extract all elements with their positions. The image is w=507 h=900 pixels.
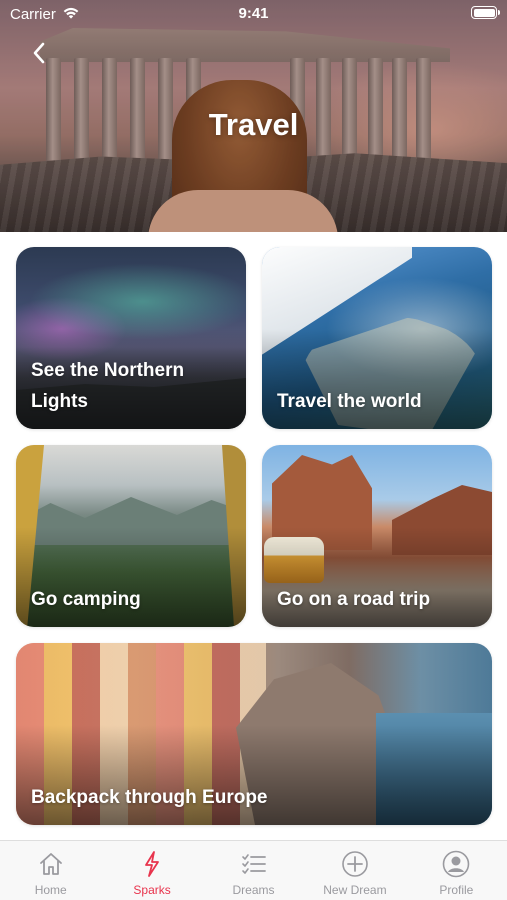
tab-bar: Home Sparks Dreams New Dream Profile bbox=[0, 840, 507, 900]
person-circle-icon bbox=[443, 850, 470, 878]
tab-label: Home bbox=[34, 883, 67, 897]
tab-sparks[interactable]: Sparks bbox=[101, 841, 202, 900]
card-label: Go camping bbox=[31, 589, 141, 610]
tab-home[interactable]: Home bbox=[0, 841, 101, 900]
house-icon bbox=[39, 853, 62, 875]
status-bar: Carrier 9:41 bbox=[0, 0, 507, 28]
tab-label: Sparks bbox=[133, 883, 171, 897]
page-title: Travel bbox=[208, 107, 299, 142]
card-label: See the Northern Lights bbox=[31, 360, 185, 412]
checklist-icon bbox=[241, 854, 266, 874]
plus-circle-icon bbox=[342, 851, 368, 877]
card-road-trip[interactable]: Go on a road trip bbox=[262, 445, 492, 627]
clock: 9:41 bbox=[238, 5, 269, 22]
card-northern-lights[interactable]: See the Northern Lights bbox=[16, 247, 246, 429]
tab-label: Profile bbox=[439, 883, 474, 897]
card-go-camping[interactable]: Go camping bbox=[16, 445, 246, 627]
card-travel-world[interactable]: Travel the world bbox=[262, 247, 492, 429]
tab-profile[interactable]: Profile bbox=[406, 841, 507, 900]
tab-new-dream[interactable]: New Dream bbox=[304, 841, 405, 900]
back-chevron-icon[interactable] bbox=[28, 38, 50, 68]
card-backpack-europe[interactable]: Backpack through Europe bbox=[16, 643, 492, 825]
tab-label: Dreams bbox=[232, 883, 275, 897]
card-label: Travel the world bbox=[277, 391, 422, 412]
card-label: Backpack through Europe bbox=[31, 787, 268, 808]
tab-dreams[interactable]: Dreams bbox=[203, 841, 304, 900]
tab-label: New Dream bbox=[323, 883, 387, 897]
card-label: Go on a road trip bbox=[277, 589, 431, 610]
battery-icon bbox=[471, 6, 500, 19]
lightning-icon bbox=[145, 851, 160, 877]
